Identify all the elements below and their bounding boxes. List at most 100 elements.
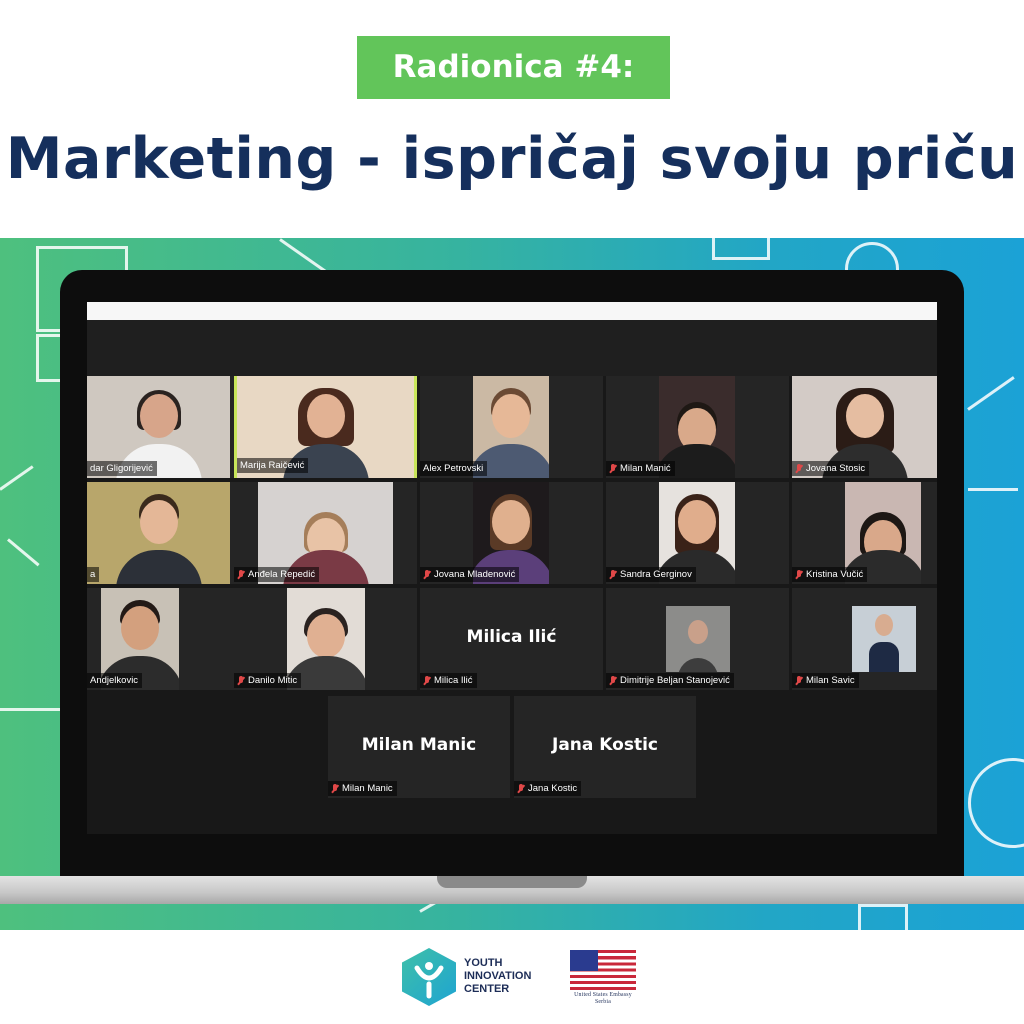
participant-name: Andjelkovic [90,675,139,686]
participant-name: Jovana Stosic [806,463,866,474]
participant-face [678,500,716,544]
mic-muted-icon [331,783,339,794]
us-flag-icon [570,950,636,990]
deco-line [0,465,34,491]
participant-face [139,500,178,544]
participant-name-label: dar Gligorijević [87,461,157,476]
participant-name-label: a [87,567,100,582]
participant-name-label: Anđela Repedić [234,567,320,582]
participant-video [852,606,916,672]
participant-tile-camera-off[interactable]: Milica Ilić Milica Ilić [420,588,603,690]
participant-tile[interactable]: Alex Petrovski [420,376,603,478]
participant-tile[interactable]: Dimitrije Beljan Stanojević [606,588,789,690]
video-call-gallery: dar Gligorijević Marija Raičević Alex Pe… [87,302,937,834]
participant-display-name: Milan Manic [361,735,477,755]
embassy-text-line: United States Embassy [574,992,632,998]
participant-name: dar Gligorijević [90,463,153,474]
mic-muted-icon [795,463,803,474]
mic-muted-icon [609,675,617,686]
participant-name-label: Kristina Vučić [792,567,868,582]
deco-circle [968,758,1024,848]
youth-innovation-center-logo-icon [402,948,456,1006]
mic-muted-icon [423,569,431,580]
participant-name: Anđela Repedić [248,569,316,580]
participant-body [678,658,718,672]
workshop-badge: Radionica #4: [357,36,670,99]
mic-muted-icon [423,675,431,686]
participant-name-label: Milan Manic [328,781,397,796]
deco-square [858,904,908,930]
participant-tile[interactable]: Jovana Mladenović [420,482,603,584]
participant-body [115,550,202,584]
participant-tile[interactable]: Kristina Vučić [792,482,937,584]
participant-name-label: Jovana Stosic [792,461,870,476]
mic-muted-icon [237,675,245,686]
participant-name-label: Milan Savic [792,673,859,688]
participant-name-label: Sandra Gerginov [606,567,696,582]
participant-tile[interactable]: Sandra Gerginov [606,482,789,584]
participant-face [306,394,345,438]
participant-name: a [90,569,96,580]
flag-canton [570,950,598,971]
mic-muted-icon [609,569,617,580]
participant-name: Marija Raičević [240,460,305,471]
participant-name: Sandra Gerginov [620,569,692,580]
participant-name-label: Milica Ilić [420,673,477,688]
participant-name: Danilo Mitic [248,675,298,686]
participant-face [492,500,530,544]
participant-tile[interactable]: Anđela Repedić [234,482,417,584]
mic-muted-icon [609,463,617,474]
page-title: Marketing - ispričaj svoju priču [5,126,1019,192]
participant-name-label: Jana Kostic [514,781,582,796]
embassy-text-line: Serbia [594,998,611,1005]
participant-face [875,614,893,636]
participant-name: Milan Savic [806,675,855,686]
deco-line [968,488,1018,491]
participant-tile-active-speaker[interactable]: Marija Raičević [234,376,417,478]
participant-name-label: Milan Manić [606,461,675,476]
participant-tile[interactable]: Jovana Stosic [792,376,937,478]
participant-tile[interactable]: Danilo Mitic [234,588,417,690]
participant-face [307,614,345,658]
participant-tile[interactable]: Milan Savic [792,588,937,690]
participant-video [87,482,230,584]
participant-face [688,620,708,644]
mic-muted-icon [795,675,803,686]
participant-tile-camera-off[interactable]: Milan Manic Milan Manic [328,696,510,798]
participant-name-label: Marija Raičević [237,458,309,473]
participant-display-name: Milica Ilić [466,627,557,647]
mic-muted-icon [517,783,525,794]
deco-line [967,376,1015,411]
participant-name: Milica Ilić [434,675,473,686]
participant-name: Kristina Vučić [806,569,864,580]
deco-line [7,538,40,567]
laptop-notch [437,876,587,888]
participant-name: Jana Kostic [528,783,578,794]
logo-text-line: YOUTH [464,957,503,969]
participant-name: Milan Manić [620,463,671,474]
logo-text-line: INNOVATION [464,970,532,982]
mic-muted-icon [795,569,803,580]
participant-name: Dimitrije Beljan Stanojević [620,675,730,686]
participant-name-label: Andjelkovic [87,673,143,688]
app-title-bar [87,302,937,320]
participant-name: Milan Manic [342,783,393,794]
participant-name-label: Danilo Mitic [234,673,302,688]
participant-name: Jovana Mladenović [434,569,516,580]
participant-name-label: Jovana Mladenović [420,567,520,582]
participant-body [869,642,899,672]
us-embassy-logo-text: United States Embassy Serbia [562,992,644,1005]
participant-tile-camera-off[interactable]: Jana Kostic Jana Kostic [514,696,696,798]
mic-muted-icon [237,569,245,580]
youth-innovation-center-logo-text: YOUTH INNOVATION CENTER [464,957,554,996]
participant-name-label: Alex Petrovski [420,461,488,476]
logo-text-line: CENTER [464,983,510,995]
participant-face [845,394,884,438]
participant-name-label: Dimitrije Beljan Stanojević [606,673,734,688]
deco-square [712,238,770,260]
deco-line [0,708,60,711]
participant-name: Alex Petrovski [423,463,484,474]
participant-tile[interactable]: Milan Manić [606,376,789,478]
participant-face [139,394,178,438]
participant-video [666,606,730,672]
